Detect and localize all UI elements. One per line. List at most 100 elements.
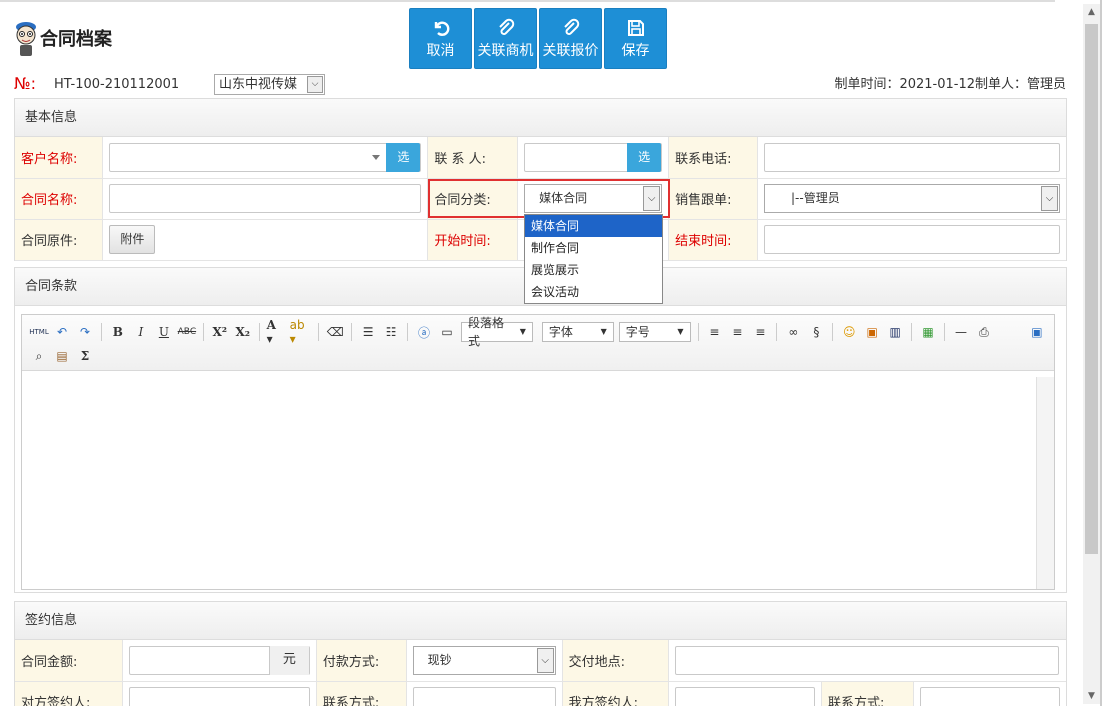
- caret-down-icon: ▼: [600, 327, 607, 336]
- dropdown-option-media[interactable]: 媒体合同: [525, 215, 662, 237]
- sign-info-form: 合同金额: 元 付款方式: 现钞 ⌵ 交付地点: 对方签约人: 联系方式: 我方…: [15, 640, 1066, 706]
- image-icon[interactable]: ▣: [863, 323, 881, 341]
- search-replace-icon[interactable]: ⌕: [30, 347, 48, 365]
- amount-input[interactable]: 元: [128, 645, 310, 675]
- align-center-icon[interactable]: ≡: [728, 323, 746, 341]
- underline-icon[interactable]: U: [155, 323, 173, 341]
- font-color-icon[interactable]: A ▾: [267, 318, 285, 346]
- contract-number: HT-100-210112001: [54, 77, 180, 92]
- toolbar-divider: [911, 323, 913, 341]
- contact-phone-input[interactable]: [764, 142, 1060, 172]
- scroll-up-icon[interactable]: ▲: [1083, 4, 1100, 20]
- toolbar-divider: [318, 323, 320, 341]
- link-opportunity-label: 关联商机: [477, 42, 534, 59]
- end-time-input[interactable]: [764, 225, 1060, 254]
- font-family-select[interactable]: 字体 ▼: [541, 322, 614, 342]
- video-icon[interactable]: ▥: [886, 323, 904, 341]
- contact-method-2-input[interactable]: [920, 687, 1060, 706]
- formula-icon[interactable]: Σ: [76, 347, 94, 365]
- toolbar: 取消 关联商机 关联报价 保存: [409, 8, 667, 69]
- align-right-icon[interactable]: ≡: [751, 323, 769, 341]
- counterparty-signer-input[interactable]: [128, 687, 310, 706]
- start-time-label: 开始时间:: [427, 219, 519, 261]
- highlight-box: [428, 179, 670, 218]
- contact-pick-button[interactable]: 选: [627, 142, 662, 172]
- link-quote-button[interactable]: 关联报价: [539, 8, 602, 69]
- rich-text-editor[interactable]: HTML ↶ ↷ B I U ABC X² X₂ A ▾ ab ▾ ⌫ ☰ ☷: [21, 314, 1055, 590]
- highlight-color-icon[interactable]: ab ▾: [290, 318, 312, 346]
- toolbar-divider: [407, 323, 408, 341]
- unlink-icon[interactable]: §: [807, 323, 825, 341]
- link-icon[interactable]: ∞: [784, 323, 802, 341]
- floppy-disk-icon: [627, 19, 644, 36]
- dropdown-option-production[interactable]: 制作合同: [525, 237, 662, 259]
- contract-name-input[interactable]: [109, 184, 422, 213]
- superscript-icon[interactable]: X²: [211, 323, 229, 341]
- unordered-list-icon[interactable]: ☷: [382, 323, 400, 341]
- scroll-down-icon[interactable]: ▼: [1083, 688, 1100, 704]
- subscript-icon[interactable]: X₂: [234, 323, 252, 341]
- page-title: 合同档案: [40, 29, 112, 50]
- italic-icon[interactable]: I: [132, 323, 150, 341]
- contact-method-input[interactable]: [412, 687, 556, 706]
- counterparty-signer-label: 对方签约人:: [15, 681, 123, 706]
- company-select-value: 山东中视传媒: [219, 77, 298, 92]
- company-select[interactable]: 山东中视传媒 ⌵: [214, 74, 325, 95]
- logo-icon: [16, 22, 36, 56]
- eraser-icon[interactable]: ⌫: [326, 323, 344, 341]
- dropdown-option-exhibition[interactable]: 展览展示: [525, 259, 662, 281]
- ordered-list-icon[interactable]: ☰: [359, 323, 377, 341]
- contact-person-input[interactable]: 选: [524, 142, 663, 172]
- strikethrough-icon[interactable]: ABC: [178, 323, 196, 341]
- caret-down-icon: ▼: [677, 327, 684, 336]
- editor-toolbar: HTML ↶ ↷ B I U ABC X² X₂ A ▾ ab ▾ ⌫ ☰ ☷: [22, 315, 1054, 371]
- html-source-icon[interactable]: HTML: [29, 323, 48, 341]
- chevron-down-icon: ⌵: [307, 76, 323, 93]
- delivery-place-input[interactable]: [675, 645, 1059, 675]
- page-scrollbar[interactable]: ▲ ▼: [1083, 4, 1100, 704]
- attachment-button[interactable]: 附件: [109, 225, 156, 254]
- bold-icon[interactable]: B: [109, 323, 127, 341]
- undo-icon[interactable]: ↶: [53, 323, 71, 341]
- paste-icon[interactable]: ▤: [53, 347, 71, 365]
- font-size-select[interactable]: 字号 ▼: [618, 322, 691, 342]
- toolbar-divider: [776, 323, 778, 341]
- save-button[interactable]: 保存: [604, 8, 667, 69]
- page-icon[interactable]: ▭: [438, 323, 456, 341]
- dropdown-option-conference[interactable]: 会议活动: [525, 281, 662, 303]
- paperclip-icon: [563, 18, 579, 35]
- save-label: 保存: [621, 42, 650, 59]
- basic-info-heading: 基本信息: [15, 99, 1066, 137]
- editor-content-area[interactable]: [22, 377, 1036, 589]
- sign-info-panel: 签约信息 合同金额: 元 付款方式: 现钞 ⌵ 交付地点: 对方签约人: 联系方…: [14, 601, 1067, 706]
- editor-scrollbar[interactable]: [1036, 377, 1054, 589]
- window-top-border: [0, 0, 1055, 2]
- font-family-label: 字体: [548, 325, 573, 339]
- cancel-label: 取消: [426, 42, 455, 59]
- customer-name-input[interactable]: 选: [109, 142, 422, 172]
- paragraph-format-select[interactable]: 段落格式 ▼: [461, 316, 533, 348]
- payment-method-select[interactable]: 现钞 ⌵: [412, 645, 556, 675]
- sales-follow-select[interactable]: |--管理员 ⌵: [764, 184, 1060, 213]
- contract-category-dropdown[interactable]: 媒体合同 制作合同 展览展示 会议活动: [524, 214, 663, 304]
- print-icon[interactable]: ⎙: [975, 323, 993, 341]
- contact-method-2-label: 联系方式:: [821, 681, 914, 706]
- customer-pick-button[interactable]: 选: [386, 142, 421, 172]
- contact-person-label: 联 系 人:: [427, 137, 519, 179]
- link-opportunity-button[interactable]: 关联商机: [474, 8, 537, 69]
- redo-icon[interactable]: ↷: [76, 323, 94, 341]
- horizontal-rule-icon[interactable]: —: [952, 323, 970, 341]
- cancel-button[interactable]: 取消: [409, 8, 472, 69]
- our-signer-input[interactable]: [675, 687, 815, 706]
- toolbar-divider: [351, 323, 353, 341]
- sales-follow-value: |--管理员: [791, 191, 840, 205]
- anchor-icon[interactable]: ⓐ: [415, 323, 433, 341]
- gallery-icon[interactable]: ▦: [919, 323, 937, 341]
- scrollbar-thumb[interactable]: [1085, 24, 1098, 554]
- payment-method-value: 现钞: [427, 652, 452, 667]
- preview-icon[interactable]: ▣: [1028, 323, 1046, 341]
- emoticon-icon[interactable]: ☺: [840, 323, 858, 341]
- toolbar-divider: [832, 323, 834, 341]
- caret-down-icon: [372, 154, 381, 160]
- align-left-icon[interactable]: ≡: [705, 323, 723, 341]
